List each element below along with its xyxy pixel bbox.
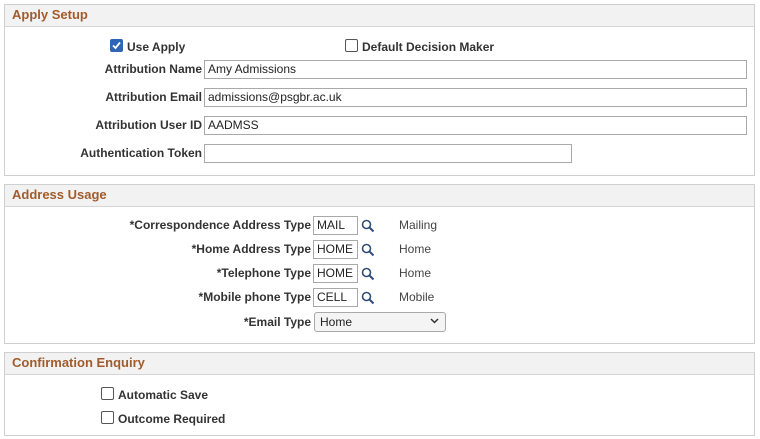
default-decision-maker-label: Default Decision Maker <box>362 40 495 54</box>
default-decision-maker-checkbox[interactable] <box>345 39 358 52</box>
search-icon[interactable] <box>361 267 375 281</box>
mobile-phone-type-input[interactable]: CELL <box>313 288 358 307</box>
mobile-phone-type-description: Mobile <box>399 290 435 304</box>
attribution-name-input[interactable]: Amy Admissions <box>204 60 747 79</box>
use-apply-checkbox[interactable] <box>110 39 123 52</box>
email-type-select[interactable]: Home <box>314 312 446 332</box>
use-apply-label: Use Apply <box>127 40 186 54</box>
outcome-required-checkbox[interactable] <box>101 411 114 424</box>
email-type-selected-value: Home <box>320 315 353 329</box>
confirmation-enquiry-header: Confirmation Enquiry <box>5 353 754 375</box>
search-icon[interactable] <box>361 291 375 305</box>
automatic-save-checkbox[interactable] <box>101 387 114 400</box>
authentication-token-label: Authentication Token <box>80 146 202 160</box>
telephone-type-label: *Telephone Type <box>216 266 311 280</box>
authentication-token-input[interactable] <box>204 144 572 163</box>
correspondence-address-type-input[interactable]: MAIL <box>313 216 358 235</box>
confirmation-enquiry-title: Confirmation Enquiry <box>12 355 145 370</box>
telephone-type-input[interactable]: HOME <box>313 264 358 283</box>
confirmation-enquiry-group: Confirmation Enquiry <box>4 352 755 436</box>
apply-setup-header: Apply Setup <box>5 5 754 27</box>
automatic-save-label: Automatic Save <box>118 388 209 402</box>
home-address-type-description: Home <box>399 242 432 256</box>
attribution-user-id-input[interactable]: AADMSS <box>204 116 747 135</box>
correspondence-address-type-description: Mailing <box>399 218 438 232</box>
email-type-label: *Email Type <box>243 315 311 329</box>
home-address-type-input[interactable]: HOME <box>313 240 358 259</box>
search-icon[interactable] <box>361 243 375 257</box>
home-address-type-label: *Home Address Type <box>191 242 311 256</box>
telephone-type-description: Home <box>399 266 432 280</box>
search-icon[interactable] <box>361 219 375 233</box>
checkmark-icon <box>112 41 121 50</box>
attribution-name-label: Attribution Name <box>104 62 202 76</box>
attribution-email-input[interactable]: admissions@psgbr.ac.uk <box>204 88 747 107</box>
apply-setup-title: Apply Setup <box>12 7 88 22</box>
correspondence-address-type-label: *Correspondence Address Type <box>129 218 311 232</box>
address-usage-title: Address Usage <box>12 187 107 202</box>
address-usage-header: Address Usage <box>5 185 754 207</box>
chevron-down-icon <box>430 318 439 324</box>
attribution-user-id-label: Attribution User ID <box>95 118 202 132</box>
mobile-phone-type-label: *Mobile phone Type <box>198 290 311 304</box>
attribution-email-label: Attribution Email <box>105 90 202 104</box>
outcome-required-label: Outcome Required <box>118 412 226 426</box>
